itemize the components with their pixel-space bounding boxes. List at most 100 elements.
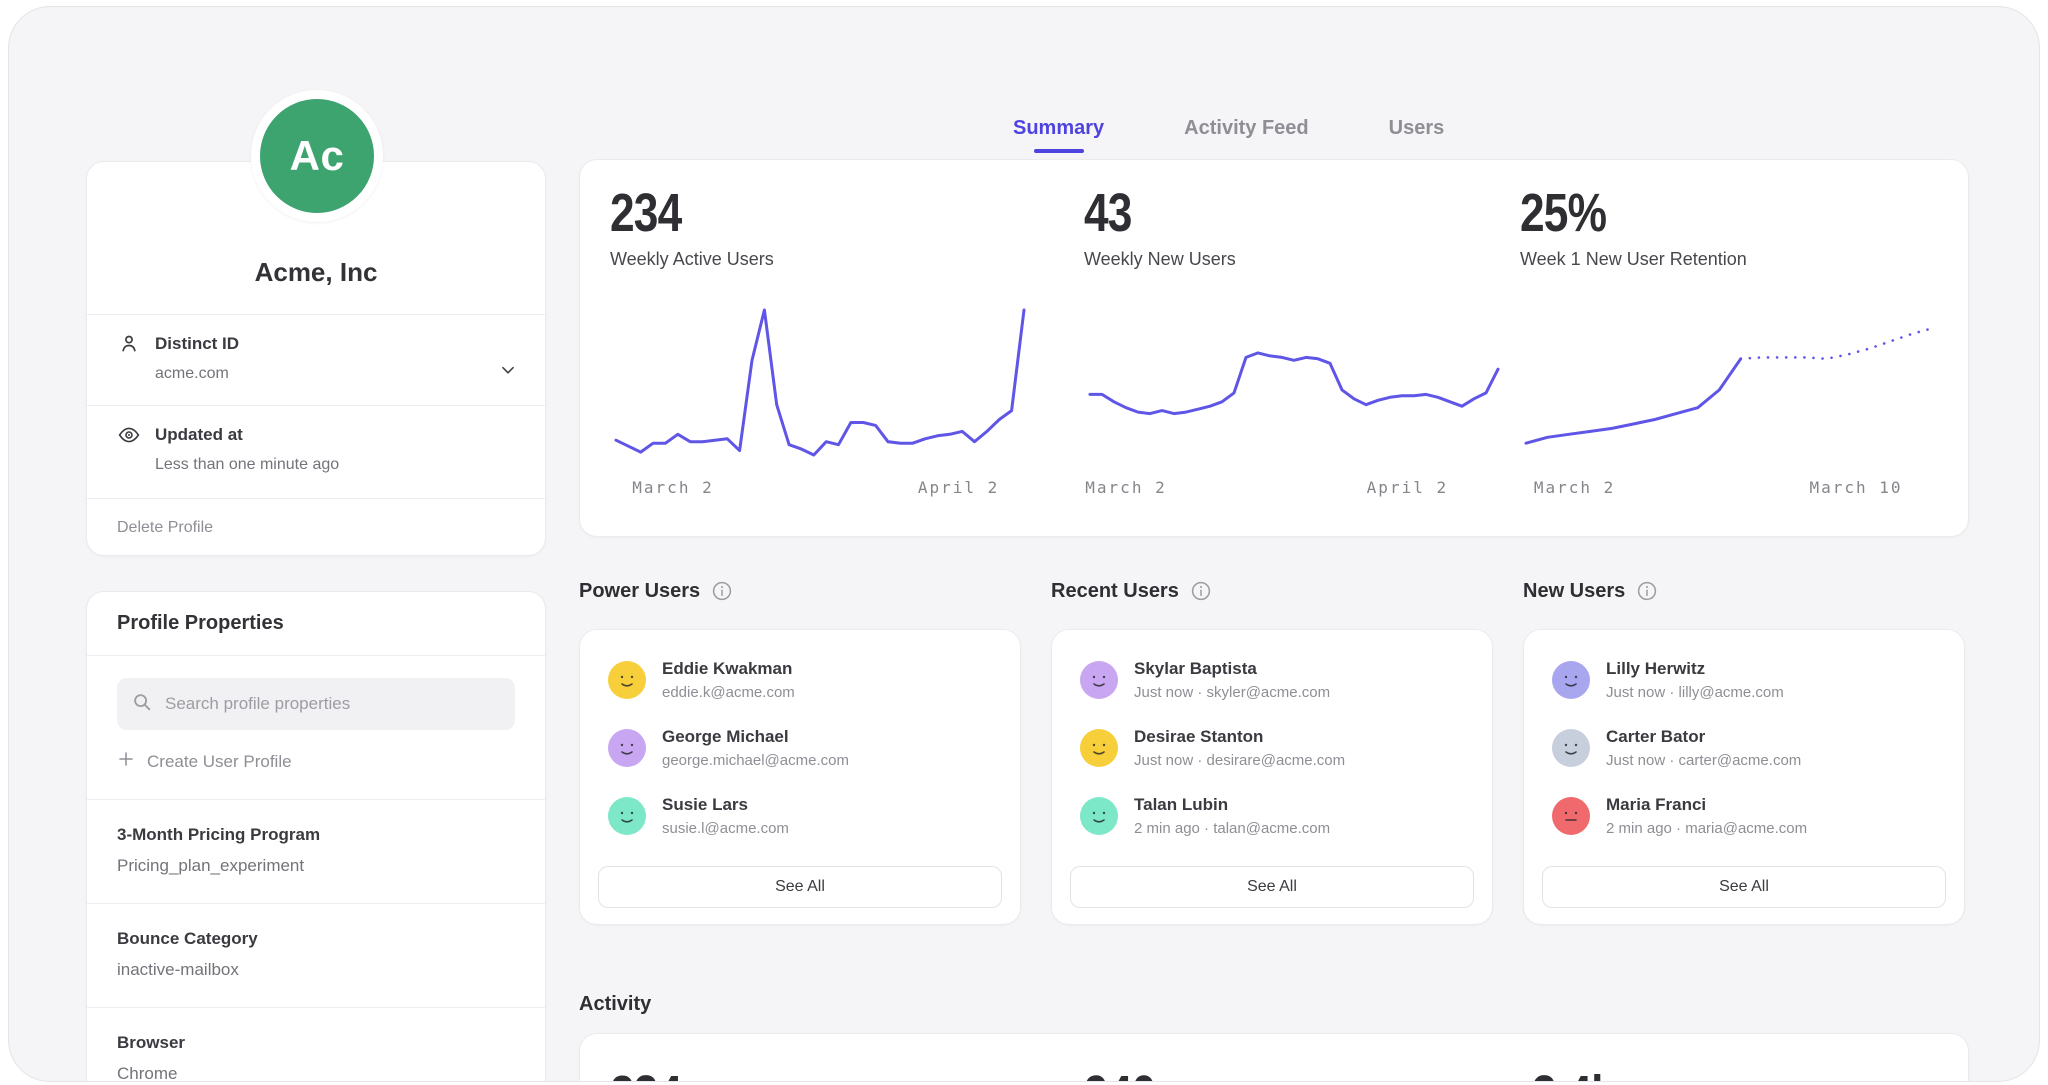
user-name: Susie Lars bbox=[662, 795, 789, 815]
activity-stat-value: 3.4k bbox=[1532, 1068, 1615, 1082]
tab-activity-feed[interactable]: Activity Feed bbox=[1184, 111, 1308, 145]
user-name: Talan Lubin bbox=[1134, 795, 1330, 815]
user-avatar bbox=[1080, 797, 1118, 835]
user-row[interactable]: Carter Bator Just now · carter@acme.com bbox=[1538, 714, 1950, 782]
chevron-down-icon[interactable] bbox=[497, 359, 519, 381]
x-axis: March 2April 2 bbox=[1084, 478, 1504, 502]
x-tick-label: April 2 bbox=[918, 478, 999, 497]
avatar-face-icon bbox=[1553, 730, 1589, 766]
avatar-face-icon bbox=[1081, 798, 1117, 834]
info-icon[interactable] bbox=[712, 581, 732, 601]
info-icon[interactable] bbox=[1191, 581, 1211, 601]
user-detail: 2 min ago · talan@acme.com bbox=[1134, 820, 1330, 838]
stat-label: Weekly New Users bbox=[1084, 248, 1504, 270]
updated-at-label: Updated at bbox=[155, 425, 243, 445]
create-user-profile-button[interactable]: Create User Profile bbox=[87, 730, 545, 799]
profile-properties-header: Profile Properties bbox=[87, 592, 545, 656]
user-detail: Just now · carter@acme.com bbox=[1606, 752, 1801, 770]
avatar-face-icon bbox=[609, 798, 645, 834]
user-row[interactable]: Desirae Stanton Just now · desirare@acme… bbox=[1066, 714, 1478, 782]
user-detail: Just now · skyler@acme.com bbox=[1134, 684, 1330, 702]
stat-week1-retention: 25% Week 1 New User Retention March 2Mar… bbox=[1520, 186, 1940, 502]
tab-users[interactable]: Users bbox=[1389, 111, 1445, 145]
user-row[interactable]: George Michael george.michael@acme.com bbox=[594, 714, 1006, 782]
x-tick-label: March 10 bbox=[1809, 478, 1902, 497]
user-name: Skylar Baptista bbox=[1134, 659, 1330, 679]
see-all-button[interactable]: See All bbox=[598, 866, 1002, 908]
user-name: Lilly Herwitz bbox=[1606, 659, 1784, 679]
stat-label: Weekly Active Users bbox=[610, 248, 1030, 270]
power-users-section: Power Users Eddie Kwakman eddie.k@acme.c… bbox=[579, 579, 1021, 925]
profile-properties-card: Profile Properties Create User Profile bbox=[86, 591, 546, 1082]
avatar-face-icon bbox=[1553, 662, 1589, 698]
property-name: Browser bbox=[117, 1032, 515, 1054]
section-header: New Users bbox=[1523, 579, 1965, 603]
see-all-button[interactable]: See All bbox=[1070, 866, 1474, 908]
search-box[interactable] bbox=[117, 678, 515, 730]
weekly-active-users-chart bbox=[610, 304, 1030, 464]
property-value: Pricing_plan_experiment bbox=[117, 855, 515, 877]
user-name: George Michael bbox=[662, 727, 849, 747]
property-row[interactable]: Bounce Category inactive-mailbox bbox=[87, 903, 545, 1007]
search-input[interactable] bbox=[163, 693, 501, 715]
stat-value: 234 bbox=[610, 186, 954, 240]
create-user-profile-label: Create User Profile bbox=[147, 752, 292, 772]
stat-value: 25% bbox=[1520, 186, 1864, 240]
property-row[interactable]: 3-Month Pricing Program Pricing_plan_exp… bbox=[87, 799, 545, 903]
user-avatar bbox=[1552, 661, 1590, 699]
week1-retention-chart bbox=[1520, 304, 1940, 464]
user-detail: eddie.k@acme.com bbox=[662, 684, 795, 702]
user-row[interactable]: Lilly Herwitz Just now · lilly@acme.com bbox=[1538, 646, 1950, 714]
distinct-id-row[interactable]: Distinct ID acme.com bbox=[87, 314, 545, 405]
property-value: Chrome bbox=[117, 1063, 515, 1082]
plus-icon bbox=[117, 750, 135, 773]
distinct-id-value: acme.com bbox=[155, 365, 229, 383]
x-axis: March 2 April 2 bbox=[610, 478, 1030, 502]
info-icon[interactable] bbox=[1637, 581, 1657, 601]
user-avatar bbox=[608, 729, 646, 767]
user-detail: george.michael@acme.com bbox=[662, 752, 849, 770]
x-tick-label: March 2 bbox=[1534, 478, 1615, 497]
activity-card: 234 940 3.4k bbox=[579, 1033, 1969, 1082]
user-row[interactable]: Talan Lubin 2 min ago · talan@acme.com bbox=[1066, 782, 1478, 850]
see-all-button[interactable]: See All bbox=[1542, 866, 1946, 908]
user-card: Skylar Baptista Just now · skyler@acme.c… bbox=[1051, 629, 1493, 925]
section-title: New Users bbox=[1523, 580, 1625, 603]
x-tick-label: March 2 bbox=[632, 478, 713, 497]
stat-weekly-active-users: 234 Weekly Active Users March 2 April 2 bbox=[610, 186, 1030, 502]
user-row[interactable]: Maria Franci 2 min ago · maria@acme.com bbox=[1538, 782, 1950, 850]
tab-bar: Summary Activity Feed Users bbox=[1013, 111, 1444, 145]
user-row[interactable]: Skylar Baptista Just now · skyler@acme.c… bbox=[1066, 646, 1478, 714]
company-avatar-initials: Ac bbox=[290, 132, 345, 180]
property-name: 3-Month Pricing Program bbox=[117, 824, 515, 846]
section-title: Recent Users bbox=[1051, 580, 1179, 603]
user-avatar bbox=[1552, 729, 1590, 767]
company-avatar: Ac bbox=[251, 90, 383, 222]
updated-at-value: Less than one minute ago bbox=[155, 456, 339, 474]
profile-properties-title: Profile Properties bbox=[117, 612, 545, 635]
user-avatar bbox=[608, 797, 646, 835]
property-row[interactable]: Browser Chrome bbox=[87, 1007, 545, 1082]
user-name: Eddie Kwakman bbox=[662, 659, 795, 679]
user-avatar bbox=[1080, 661, 1118, 699]
eye-icon bbox=[117, 423, 141, 447]
user-card: Lilly Herwitz Just now · lilly@acme.com … bbox=[1523, 629, 1965, 925]
user-avatar bbox=[1552, 797, 1590, 835]
summary-card: 234 Weekly Active Users March 2 April 2 4… bbox=[579, 159, 1969, 537]
activity-stat-value: 940 bbox=[1084, 1068, 1155, 1082]
property-value: inactive-mailbox bbox=[117, 959, 515, 981]
updated-at-row: Updated at Less than one minute ago bbox=[87, 405, 545, 498]
app-window: Ac Acme, Inc Distinct ID acme.com bbox=[8, 6, 2040, 1082]
user-row[interactable]: Susie Lars susie.l@acme.com bbox=[594, 782, 1006, 850]
user-avatar bbox=[608, 661, 646, 699]
user-detail: Just now · lilly@acme.com bbox=[1606, 684, 1784, 702]
user-row[interactable]: Eddie Kwakman eddie.k@acme.com bbox=[594, 646, 1006, 714]
stat-weekly-new-users: 43 Weekly New Users March 2April 2 bbox=[1084, 186, 1504, 502]
property-name: Bounce Category bbox=[117, 928, 515, 950]
activity-section-title: Activity bbox=[579, 993, 651, 1016]
activity-stat-value: 234 bbox=[610, 1068, 681, 1082]
tab-summary[interactable]: Summary bbox=[1013, 111, 1104, 145]
avatar-face-icon bbox=[1553, 798, 1589, 834]
delete-profile-button[interactable]: Delete Profile bbox=[87, 498, 545, 557]
x-axis: March 2 March 10 bbox=[1520, 478, 1940, 502]
